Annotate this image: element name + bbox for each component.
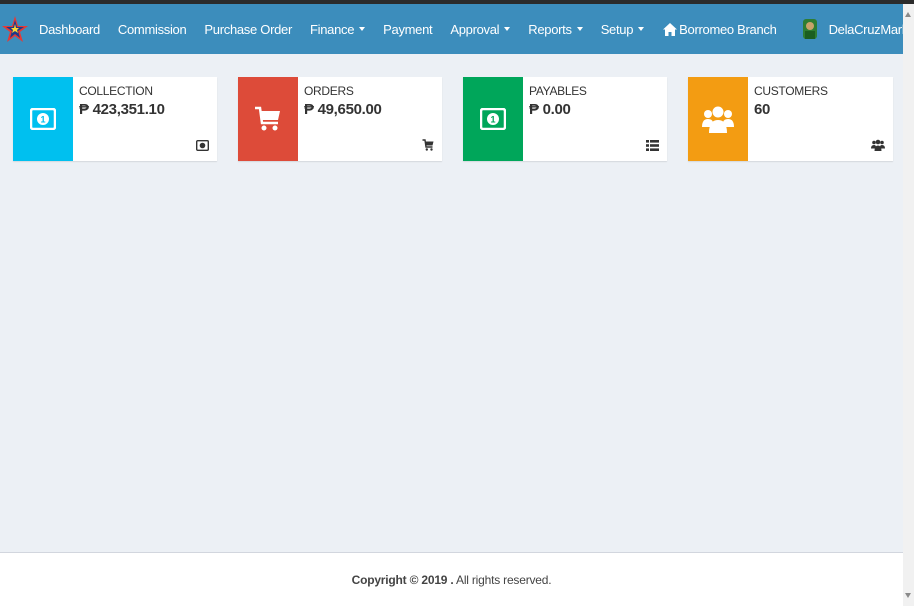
money-mini-icon <box>196 140 209 151</box>
list-icon <box>646 140 659 151</box>
nav-purchase-order[interactable]: Purchase Order <box>195 4 301 54</box>
collection-box: 1 COLLECTION ₱ 423,351.10 <box>13 77 217 161</box>
avatar <box>802 19 817 39</box>
page-footer: Copyright © 2019 . All rights reserved. <box>0 552 903 606</box>
users-icon <box>702 106 734 133</box>
svg-text:1: 1 <box>490 115 495 125</box>
customers-value: 60 <box>754 101 771 118</box>
nav-label: Commission <box>117 21 187 37</box>
collection-icon-tile: 1 <box>13 77 73 161</box>
user-menu[interactable]: DelaCruzMarkJones <box>787 4 914 54</box>
rights-text: All rights reserved. <box>453 572 552 587</box>
money-icon: 1 <box>480 108 506 130</box>
info-boxes: 1 COLLECTION ₱ 423,351.10 ORDERS ₱ 49,65… <box>13 77 893 161</box>
nav-commission[interactable]: Commission <box>109 4 196 54</box>
orders-box: ORDERS ₱ 49,650.00 <box>238 77 442 161</box>
vertical-scrollbar[interactable] <box>903 4 914 606</box>
payables-box: 1 PAYABLES ₱ 0.00 <box>463 77 667 161</box>
top-navbar: Dashboard Commission Purchase Order Fina… <box>0 4 914 54</box>
orders-icon-tile <box>238 77 298 161</box>
star-logo-icon <box>2 16 28 42</box>
money-icon: 1 <box>30 108 56 130</box>
copyright-text: Copyright © 2019 . <box>351 572 454 587</box>
cart-icon <box>255 106 280 131</box>
orders-value: ₱ 49,650.00 <box>304 101 382 118</box>
caret-down-icon <box>576 27 583 31</box>
caret-down-icon <box>359 27 366 31</box>
nav-label: Finance <box>309 21 355 37</box>
brand-logo[interactable] <box>0 4 30 54</box>
cart-mini-icon <box>422 139 434 151</box>
nav-label: Purchase Order <box>204 21 292 37</box>
nav-label: Approval <box>450 21 500 37</box>
svg-text:1: 1 <box>40 115 45 125</box>
payables-icon-tile: 1 <box>463 77 523 161</box>
nav-reports-dropdown[interactable]: Reports <box>519 4 591 54</box>
nav-dashboard[interactable]: Dashboard <box>30 4 109 54</box>
nav-approval-dropdown[interactable]: Approval <box>441 4 519 54</box>
home-icon <box>663 22 678 36</box>
nav-label: Payment <box>383 21 433 37</box>
collection-label: COLLECTION <box>79 84 153 98</box>
nav-label: Dashboard <box>39 21 100 37</box>
nav-label: Reports <box>528 21 572 37</box>
payables-label: PAYABLES <box>529 84 587 98</box>
scroll-up-arrow-icon[interactable] <box>905 12 911 17</box>
users-mini-icon <box>871 139 885 151</box>
caret-down-icon <box>504 27 511 31</box>
caret-down-icon <box>638 27 645 31</box>
collection-value: ₱ 423,351.10 <box>79 101 165 118</box>
nav-setup-dropdown[interactable]: Setup <box>592 4 653 54</box>
nav-label: Setup <box>600 21 634 37</box>
orders-label: ORDERS <box>304 84 354 98</box>
customers-icon-tile <box>688 77 748 161</box>
branch-link[interactable]: Borromeo Branch <box>653 4 786 54</box>
customers-box: CUSTOMERS 60 <box>688 77 893 161</box>
user-name: DelaCruzMarkJones <box>828 21 914 37</box>
scroll-down-arrow-icon[interactable] <box>905 593 911 598</box>
branch-name: Borromeo Branch <box>679 21 777 37</box>
nav-finance-dropdown[interactable]: Finance <box>301 4 374 54</box>
nav-payment[interactable]: Payment <box>374 4 441 54</box>
customers-label: CUSTOMERS <box>754 84 828 98</box>
payables-value: ₱ 0.00 <box>529 101 571 118</box>
